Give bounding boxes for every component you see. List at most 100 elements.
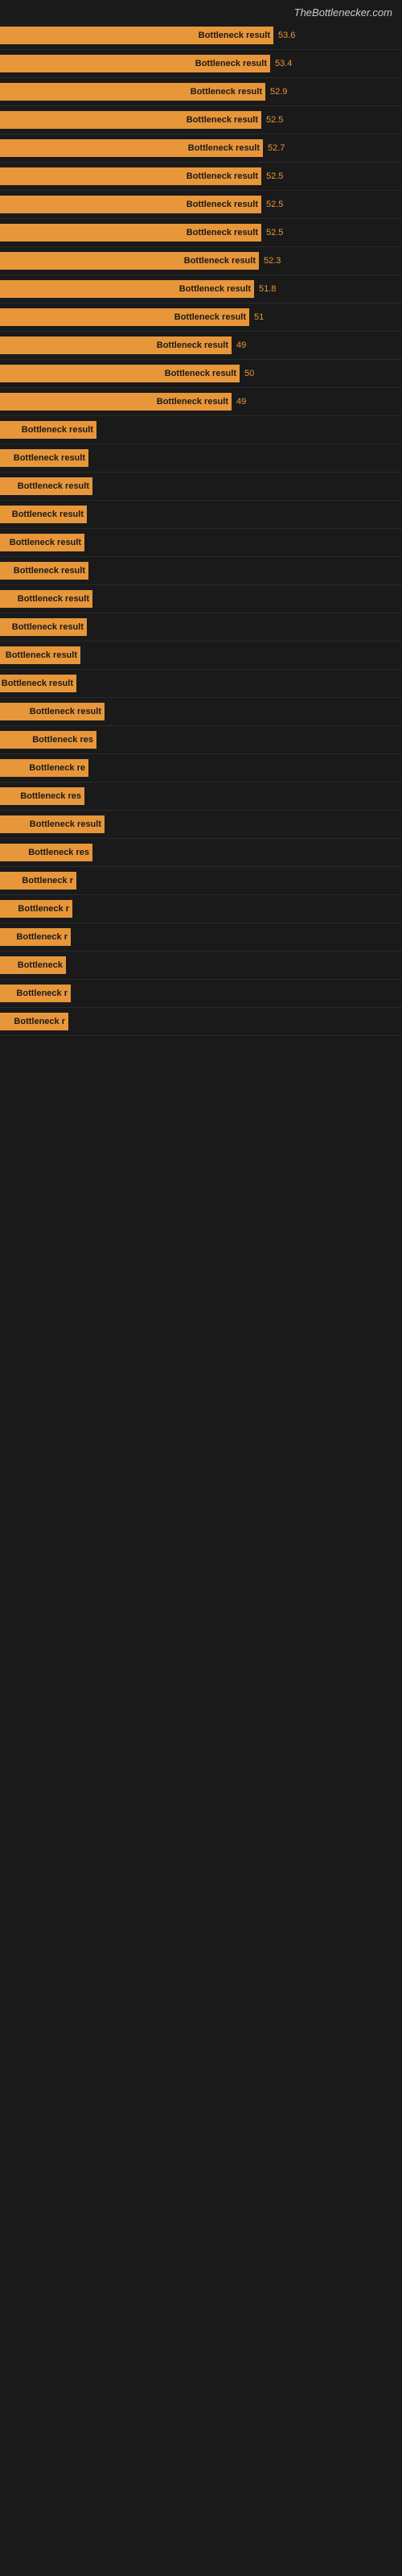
bar-label: Bottleneck res — [32, 735, 93, 745]
bar-label: Bottleneck result — [12, 622, 84, 632]
list-item: Bottleneck result52.5 — [0, 191, 402, 219]
list-item: Bottleneck result51.8 — [0, 275, 402, 303]
bar: Bottleneck result — [0, 55, 270, 72]
list-item: Bottleneck result 49 — [0, 388, 402, 416]
bar-label: Bottleneck result — [18, 594, 89, 604]
bar: Bottleneck result — [0, 534, 84, 551]
bar: Bottleneck result — [0, 590, 92, 608]
bar: Bottleneck result — [0, 139, 263, 157]
bar-value: 52.7 — [263, 143, 285, 153]
bar-label: Bottleneck result — [157, 341, 228, 350]
bar: Bottleneck result — [0, 646, 80, 664]
bar: Bottleneck res — [0, 787, 84, 805]
bar-label: Bottleneck result — [2, 679, 73, 688]
bar-value: 49 — [232, 341, 246, 350]
bar-value: 49 — [232, 397, 246, 407]
bar-value: 52.9 — [265, 87, 287, 97]
bar-label: Bottleneck r — [22, 876, 73, 886]
list-item: Bottleneck result52.3 — [0, 247, 402, 275]
bar: Bottleneck result — [0, 618, 87, 636]
bar: Bottleneck result — [0, 336, 232, 354]
bar-value: 51.8 — [254, 284, 276, 294]
bar-value: 53.4 — [270, 59, 292, 68]
bar-label: Bottleneck result — [14, 566, 85, 576]
bar-value: 52.5 — [261, 228, 283, 237]
list-item: Bottleneck r — [0, 867, 402, 895]
site-title: TheBottlenecker.com — [0, 0, 402, 22]
bar-value: 52.5 — [261, 115, 283, 125]
list-item: Bottleneck result50 — [0, 360, 402, 388]
bar-label: Bottleneck result — [22, 425, 93, 435]
list-item: Bottleneck result53.4 — [0, 50, 402, 78]
bar-label: Bottleneck — [18, 960, 63, 970]
bar-label: Bottleneck result — [188, 143, 260, 153]
list-item: Bottleneck res — [0, 839, 402, 867]
bar: Bottleneck result — [0, 224, 261, 242]
list-item: Bottleneck result — [0, 444, 402, 473]
bar-label: Bottleneck result — [12, 510, 84, 519]
bar-value: 52.3 — [259, 256, 281, 266]
list-item: Bottleneck result — [0, 613, 402, 642]
bar: Bottleneck r — [0, 872, 76, 890]
bar-value: 51 — [249, 312, 264, 322]
bar: Bottleneck result — [0, 477, 92, 495]
list-item: Bottleneck r — [0, 923, 402, 952]
bar-label: Bottleneck result — [165, 369, 236, 378]
bar-label: Bottleneck result — [187, 228, 258, 237]
bar-label: Bottleneck result — [174, 312, 246, 322]
bar: Bottleneck result — [0, 365, 240, 382]
bar: Bottleneck result — [0, 196, 261, 213]
bar-label: Bottleneck result — [30, 819, 101, 829]
list-item: Bottleneck result — [0, 501, 402, 529]
bar: Bottleneck result — [0, 280, 254, 298]
bar-label: Bottleneck result — [195, 59, 267, 68]
bar-label: Bottleneck result — [18, 481, 89, 491]
bar-label: Bottleneck result — [6, 650, 77, 660]
bar: Bottleneck res — [0, 844, 92, 861]
bar: Bottleneck result — [0, 421, 96, 439]
bar-label: Bottleneck r — [16, 932, 68, 942]
list-item: Bottleneck result51 — [0, 303, 402, 332]
bar-label: Bottleneck result — [179, 284, 251, 294]
bar: Bottleneck result — [0, 83, 265, 101]
list-item: Bottleneck re — [0, 754, 402, 782]
bar: Bottleneck result — [0, 506, 87, 523]
list-item: Bottleneck r — [0, 1008, 402, 1036]
list-item: Bottleneck — [0, 952, 402, 980]
bar: Bottleneck r — [0, 985, 71, 1002]
list-item: Bottleneck result — [0, 557, 402, 585]
bar: Bottleneck result — [0, 252, 259, 270]
bar-label: Bottleneck res — [28, 848, 89, 857]
bar-label: Bottleneck result — [187, 200, 258, 209]
list-item: Bottleneck result — [0, 473, 402, 501]
bar: Bottleneck result — [0, 308, 249, 326]
list-item: Bottleneck result52.5 — [0, 219, 402, 247]
list-item: Bottleneck result52.5 — [0, 163, 402, 191]
bar: Bottleneck result — [0, 815, 105, 833]
list-item: Bottleneck result — [0, 698, 402, 726]
list-item: Bottleneck result — [0, 811, 402, 839]
bar-label: Bottleneck result — [191, 87, 262, 97]
bar-value: 53.6 — [273, 31, 295, 40]
bar-label: Bottleneck r — [16, 989, 68, 998]
list-item: Bottleneck result — [0, 416, 402, 444]
bar-label: Bottleneck result — [187, 115, 258, 125]
bar: Bottleneck result — [0, 111, 261, 129]
bar-label: Bottleneck result — [10, 538, 81, 547]
list-item: Bottleneck result 49 — [0, 332, 402, 360]
bar-label: Bottleneck result — [14, 453, 85, 463]
bar: Bottleneck result — [0, 449, 88, 467]
bar-label: Bottleneck result — [157, 397, 228, 407]
bar: Bottleneck r — [0, 900, 72, 918]
bar: Bottleneck result — [0, 27, 273, 44]
list-item: Bottleneck result — [0, 670, 402, 698]
bar: Bottleneck result — [0, 562, 88, 580]
bar-value: 52.5 — [261, 200, 283, 209]
bar: Bottleneck re — [0, 759, 88, 777]
bar: Bottleneck r — [0, 1013, 68, 1030]
bar-label: Bottleneck r — [18, 904, 69, 914]
bar-value: 52.5 — [261, 171, 283, 181]
bar: Bottleneck result — [0, 703, 105, 720]
bar-chart: Bottleneck result53.6Bottleneck result53… — [0, 22, 402, 1036]
bar: Bottleneck res — [0, 731, 96, 749]
